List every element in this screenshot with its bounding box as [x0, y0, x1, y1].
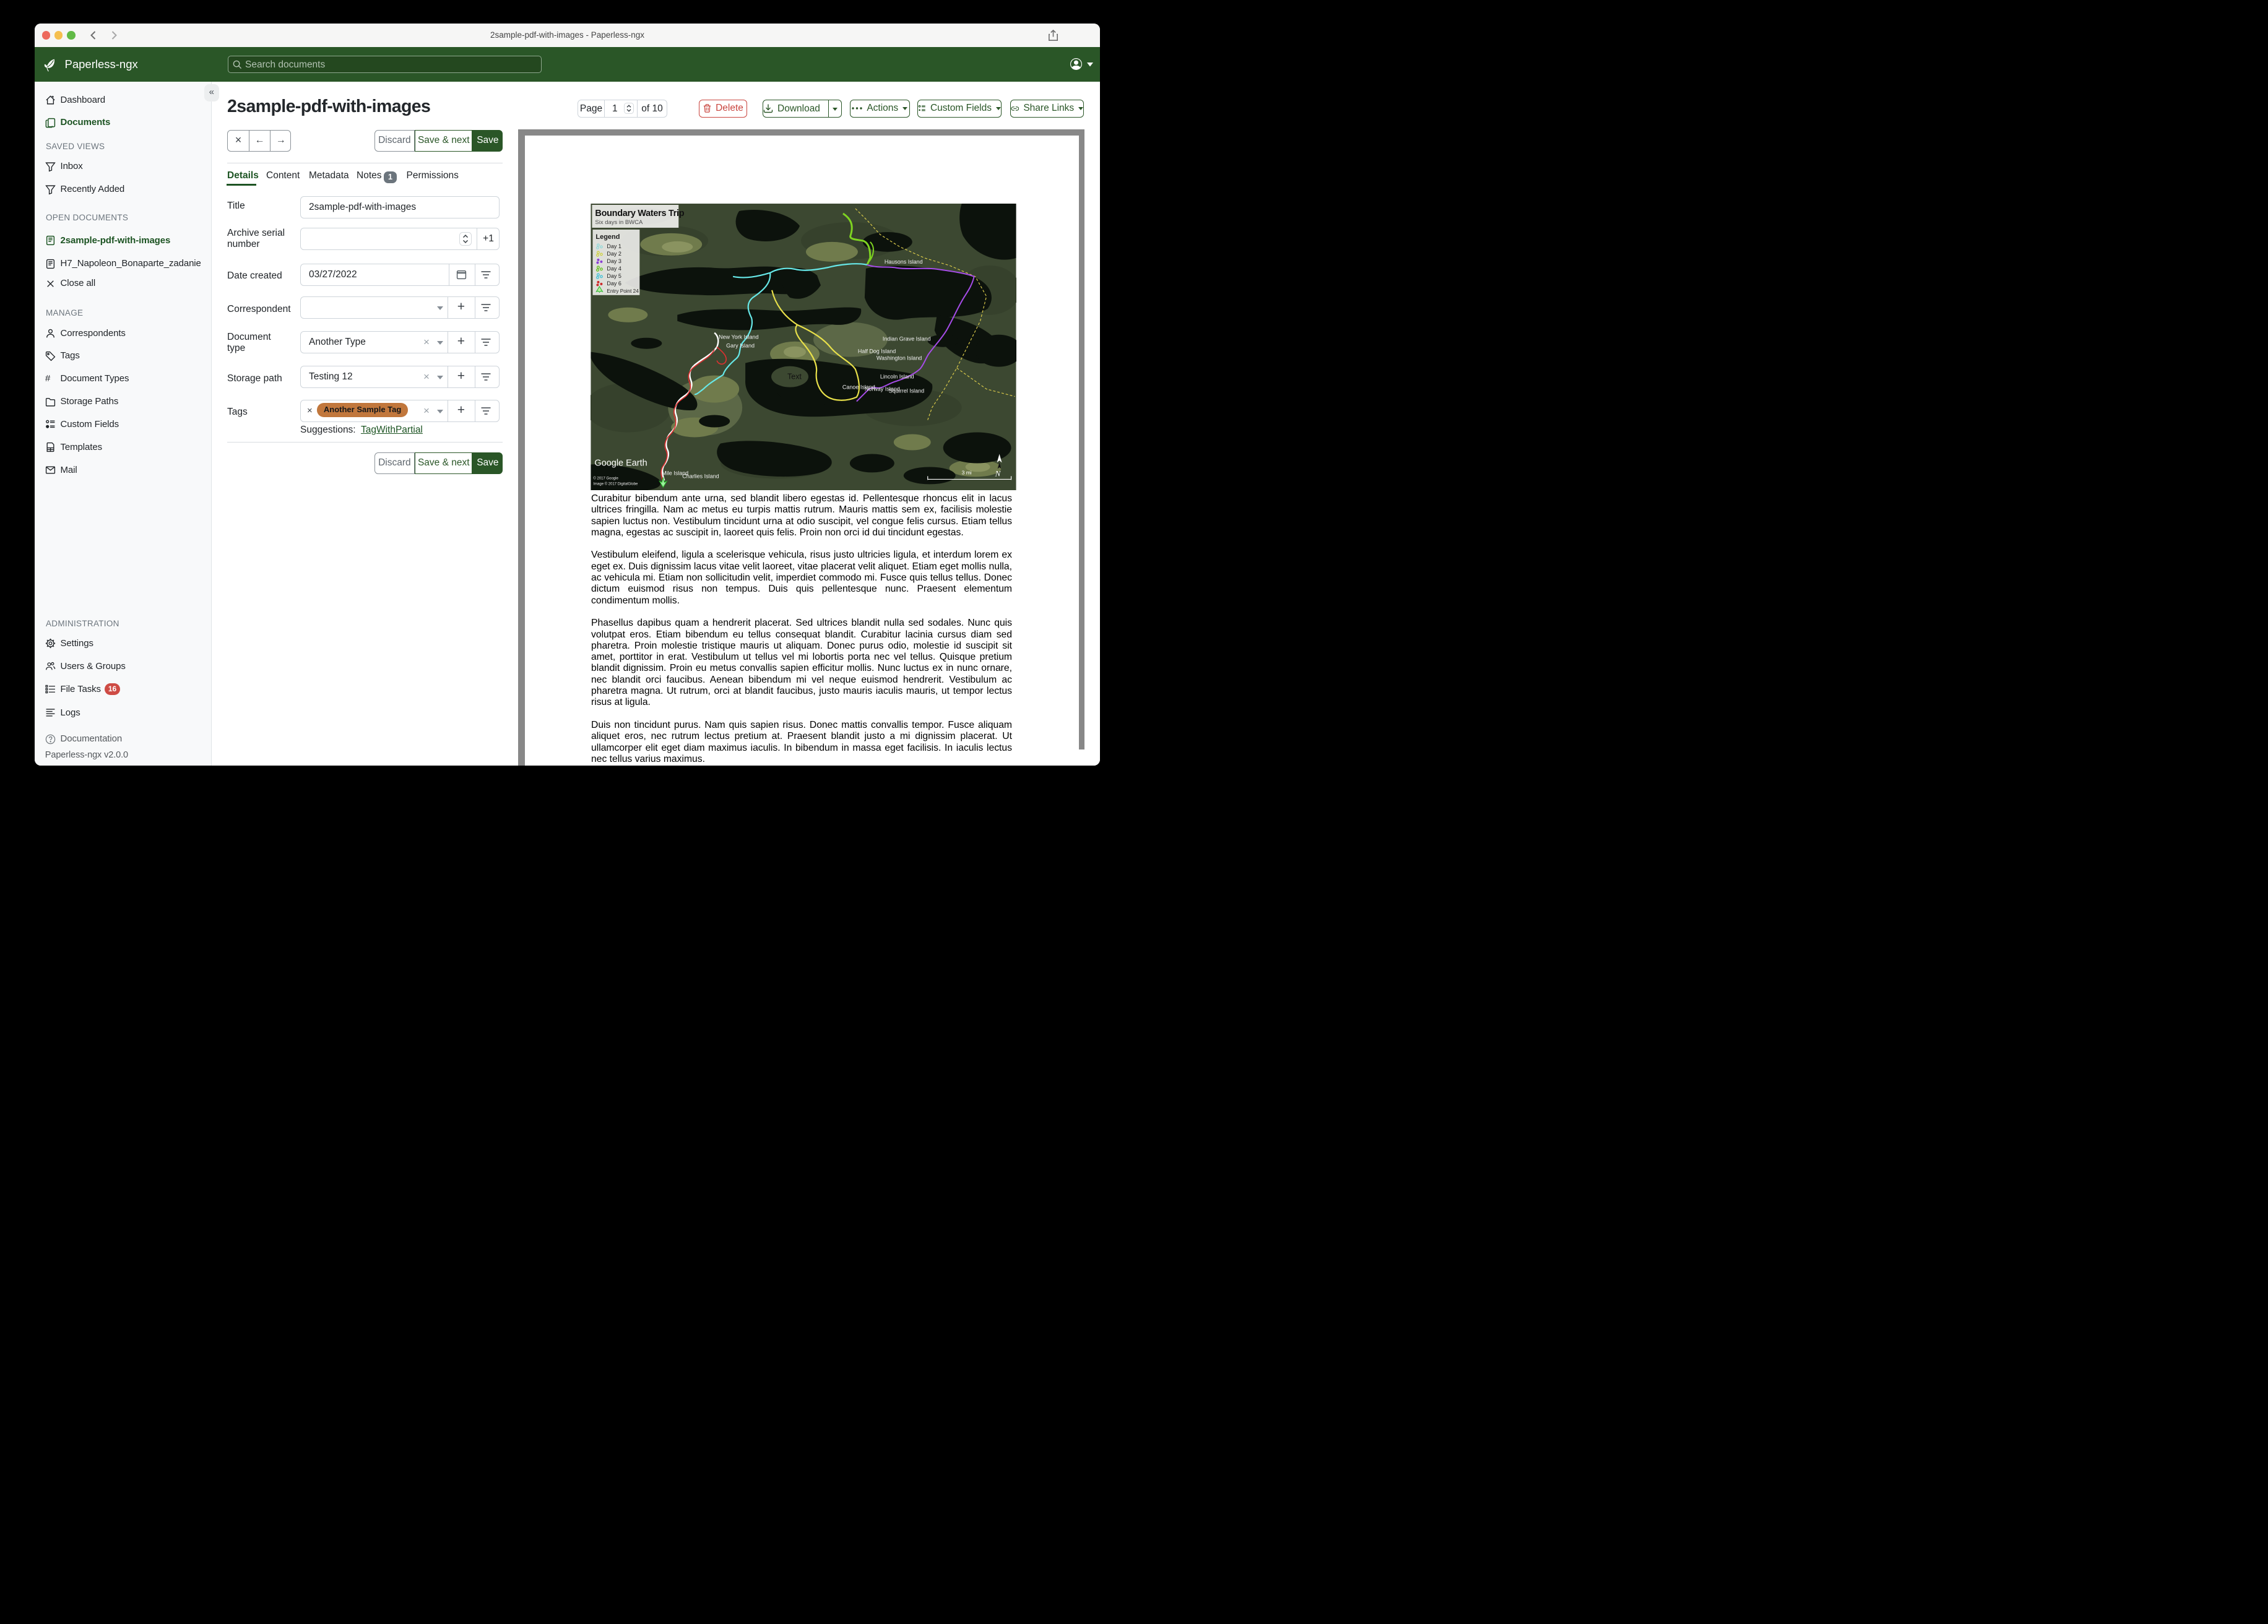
- svg-text:Squirrel Island: Squirrel Island: [889, 387, 924, 394]
- svg-text:Day 1: Day 1: [607, 243, 621, 249]
- svg-text:Charlies Island: Charlies Island: [682, 473, 719, 479]
- svg-text:Washington Island: Washington Island: [876, 355, 922, 361]
- svg-text:Half Dog Island: Half Dog Island: [858, 348, 896, 354]
- svg-text:Entry Point 24: Entry Point 24: [607, 288, 639, 293]
- svg-text:Day 5: Day 5: [607, 272, 621, 279]
- svg-text:Day 3: Day 3: [607, 257, 621, 264]
- svg-text:Image © 2017 DigitalGlobe: Image © 2017 DigitalGlobe: [593, 482, 638, 486]
- svg-text:© 2017 Google: © 2017 Google: [593, 476, 618, 480]
- svg-text:Lincoln Island: Lincoln Island: [880, 373, 914, 379]
- svg-text:New York Island: New York Island: [719, 334, 758, 340]
- svg-text:N: N: [995, 469, 1002, 478]
- svg-text:3 mi: 3 mi: [962, 469, 972, 475]
- svg-text:Gary Island: Gary Island: [726, 342, 755, 348]
- svg-text:Six days in BWCA: Six days in BWCA: [595, 219, 643, 226]
- svg-text:Text: Text: [787, 372, 802, 381]
- svg-text:Google Earth: Google Earth: [594, 458, 647, 468]
- svg-text:Boundary Waters Trip: Boundary Waters Trip: [595, 209, 684, 218]
- svg-text:Indian Grave Island: Indian Grave Island: [883, 335, 931, 342]
- svg-text:Day 2: Day 2: [607, 250, 621, 256]
- svg-text:Day 4: Day 4: [607, 265, 621, 271]
- svg-text:Legend: Legend: [595, 233, 620, 241]
- svg-text:Hausons Island: Hausons Island: [885, 258, 923, 264]
- svg-text:Day 6: Day 6: [607, 280, 621, 286]
